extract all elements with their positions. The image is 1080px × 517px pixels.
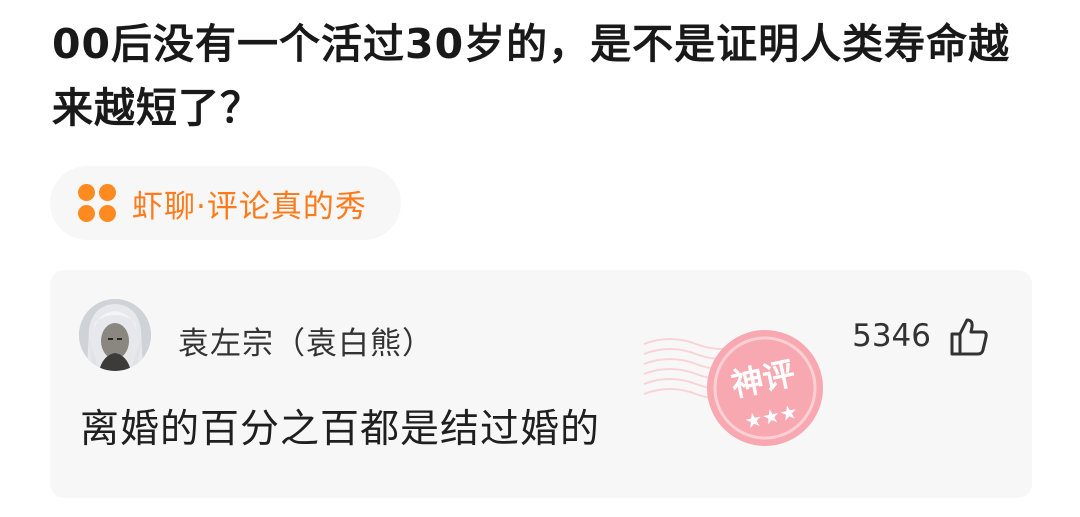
thumbs-up-icon[interactable]	[948, 316, 990, 358]
topic-chip[interactable]: 虾聊·评论真的秀	[50, 166, 401, 240]
topic-label: 虾聊·评论真的秀	[132, 188, 367, 225]
god-comment-badge: 神评 ★★★	[643, 330, 823, 446]
question-title[interactable]: 00后没有一个活过30岁的，是不是证明人类寿命越来越短了？	[52, 12, 1042, 140]
avatar[interactable]	[79, 299, 151, 371]
comment-text: 离婚的百分之百都是结过婚的	[80, 407, 601, 452]
username[interactable]: 袁左宗（袁白熊）	[178, 318, 434, 363]
four-dots-icon	[78, 184, 116, 222]
comment-card[interactable]: 袁左宗（袁白熊） 神评 ★★★ 5346 离婚的百分之百都是结过婚的	[50, 270, 1032, 498]
like-count: 5346	[852, 318, 931, 354]
